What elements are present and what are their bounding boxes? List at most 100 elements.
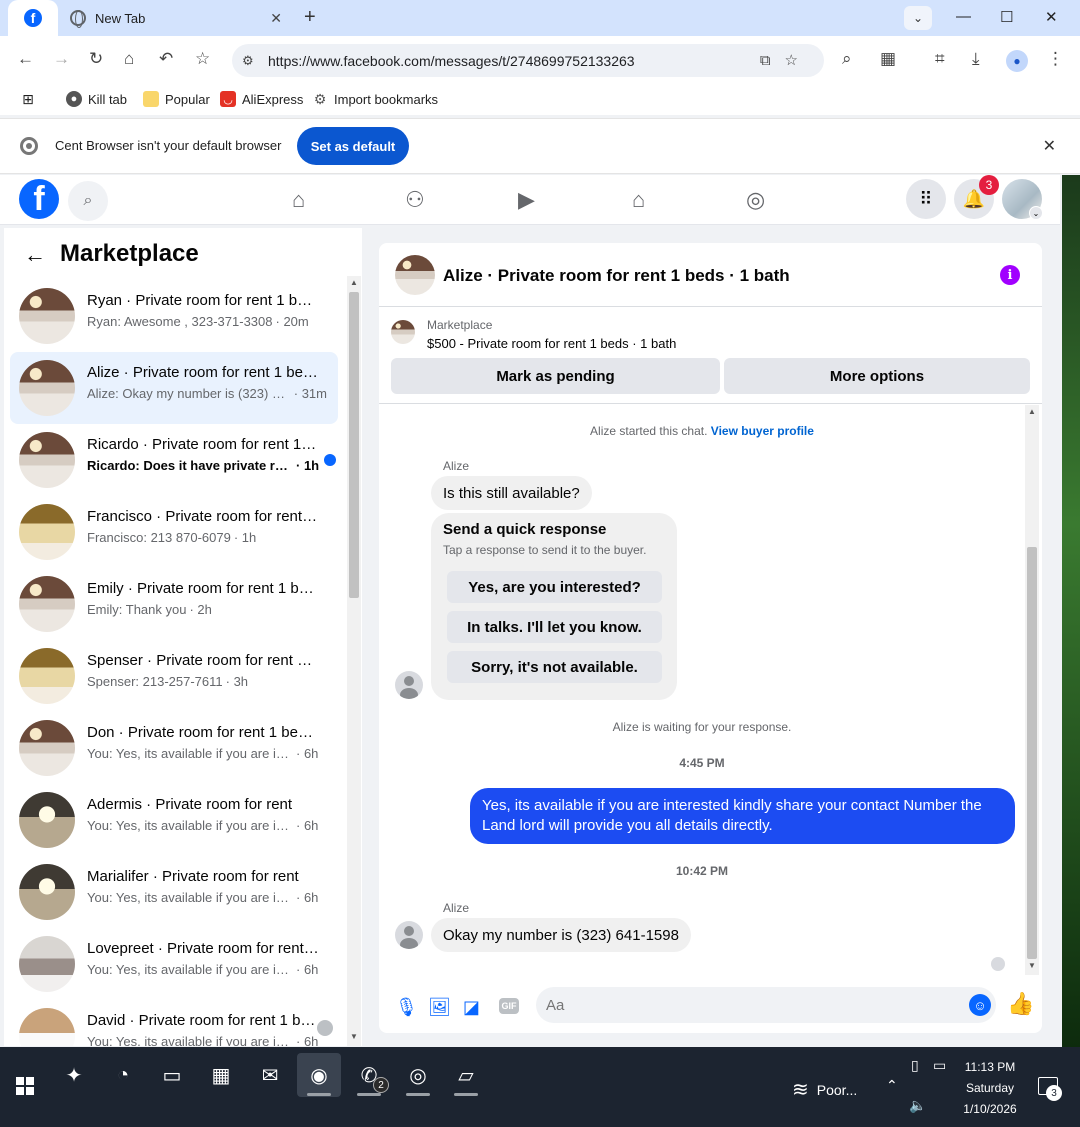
chrome-icon[interactable]: ◎ [396, 1053, 440, 1097]
chevron-up-icon[interactable]: ⌃ [886, 1077, 898, 1094]
scrollbar-thumb[interactable] [349, 292, 359, 598]
sidebar-scrollbar[interactable]: ▲ ▼ [347, 276, 361, 1046]
conversation-row[interactable]: Emily · Private room for rent 1 beds · 1… [10, 568, 338, 640]
crop-icon[interactable]: ⌗ [935, 49, 945, 69]
omnibox-actions[interactable]: ⧉☆ [760, 51, 812, 69]
conversation-row[interactable]: Marialifer · Private room for rent You: Y… [10, 856, 338, 928]
thumbs-up-icon[interactable]: 👍 [1007, 991, 1034, 1017]
phone-link-icon[interactable]: ▯ [911, 1057, 919, 1074]
close-icon[interactable]: ✕ [270, 10, 282, 27]
undo-close-button[interactable]: ↶ [159, 49, 173, 69]
back-button[interactable]: ← [17, 49, 34, 69]
tab-facebook[interactable]: f [8, 0, 58, 36]
scroll-down-icon[interactable]: ▼ [1028, 961, 1036, 970]
qr-code-icon[interactable]: ▦ [880, 49, 896, 69]
marketplace-icon[interactable]: ⌂ [632, 187, 645, 213]
mark-as-pending-button[interactable]: Mark as pending [391, 358, 720, 394]
site-settings-icon[interactable]: ⚙ [242, 53, 262, 69]
conversation-row[interactable]: Francisco · Private room for rent 1 beds… [10, 496, 338, 568]
store-icon[interactable]: ▦ [199, 1053, 243, 1097]
emoji-icon[interactable]: ☺ [969, 994, 991, 1016]
quick-response-not-available[interactable]: Sorry, it's not available. [447, 651, 662, 683]
view-buyer-profile-link[interactable]: View buyer profile [711, 424, 814, 438]
whatsapp-icon[interactable]: ✆ 2 [347, 1053, 391, 1097]
chevron-down-icon[interactable]: ⌄ [1029, 206, 1043, 220]
scroll-down-icon[interactable]: ▼ [350, 1032, 358, 1041]
address-bar[interactable]: ⚙ https://www.facebook.com/messages/t/27… [232, 44, 824, 77]
minimize-button[interactable]: — [956, 8, 971, 25]
conversation-row[interactable]: Spenser · Private room for rent 1 beds ·… [10, 640, 338, 712]
video-icon[interactable]: ▶ [518, 187, 535, 213]
weather-text: Poor... [816, 1081, 858, 1098]
file-explorer-icon[interactable]: ▭ [150, 1053, 194, 1097]
conversation-row[interactable]: David · Private room for rent 1 beds · 1… [10, 1000, 338, 1046]
copilot-icon[interactable]: ✦ [52, 1053, 96, 1097]
bookmark-aliexpress[interactable]: ◡ AliExpress [220, 91, 303, 107]
search-icon[interactable]: ⌕ [842, 49, 852, 69]
listing-thumbnail[interactable] [391, 320, 415, 344]
chat-scrollbar[interactable]: ▲ ▼ [1025, 405, 1039, 975]
seen-indicator [317, 1020, 333, 1036]
forward-button[interactable]: → [53, 49, 70, 69]
photo-icon[interactable]: 🖼 [428, 997, 451, 1018]
info-icon[interactable]: i [1000, 265, 1020, 285]
bookmark-star-button[interactable]: ☆ [195, 49, 210, 69]
edge-icon[interactable]: ◔ [101, 1053, 145, 1097]
quick-response-yes[interactable]: Yes, are you interested? [447, 571, 662, 603]
weather-widget[interactable]: ≋ Poor... [792, 1077, 857, 1102]
listing-thumbnail[interactable] [395, 255, 435, 295]
system-clock[interactable]: 11:13 PM Saturday 1/10/2026 [958, 1057, 1022, 1120]
home-icon[interactable]: ⌂ [292, 187, 305, 213]
conversation-row[interactable]: Adermis · Private room for rent You: Yes,… [10, 784, 338, 856]
search-icon[interactable]: ⌕ [68, 181, 108, 221]
new-tab-button[interactable]: + [304, 6, 316, 29]
bookmark-import[interactable]: ⚙ Import bookmarks [312, 91, 438, 107]
bookmark-kill-tab[interactable]: ● Kill tab [66, 91, 127, 107]
download-icon[interactable]: ⤓ [972, 49, 980, 69]
sticker-icon[interactable]: ◪ [463, 997, 480, 1018]
facebook-logo[interactable]: f [19, 179, 59, 219]
apps-icon[interactable]: ⊞ [20, 91, 42, 107]
quick-response-in-talks[interactable]: In talks. I'll let you know. [447, 611, 662, 643]
network-icon[interactable]: ▭ [933, 1057, 946, 1074]
microphone-icon[interactable]: 🎙 [395, 997, 418, 1018]
close-window-button[interactable]: ✕ [1045, 8, 1058, 26]
outlook-icon[interactable]: ✉ [248, 1053, 292, 1097]
avatar[interactable] [395, 671, 423, 699]
bookmark-popular[interactable]: Popular [143, 91, 210, 107]
set-default-button[interactable]: Set as default [297, 127, 409, 165]
maximize-button[interactable]: ☐ [1000, 8, 1013, 26]
url-text[interactable]: https://www.facebook.com/messages/t/2748… [268, 53, 635, 69]
scroll-up-icon[interactable]: ▲ [350, 278, 358, 287]
conversation-row[interactable]: Ricardo · Private room for rent 1 beds ·… [10, 424, 338, 496]
conversation-row[interactable]: Don · Private room for rent 1 beds · 1 b… [10, 712, 338, 784]
groups-icon[interactable]: ◎ [746, 187, 765, 213]
notepad-icon[interactable]: ▱ [444, 1053, 488, 1097]
gif-icon[interactable]: GIF [499, 998, 519, 1014]
chat-title[interactable]: Alize · Private room for rent 1 beds · 1… [443, 266, 790, 286]
conversation-list: Ryan · Private room for rent 1 beds · 1 … [4, 280, 346, 1046]
volume-icon[interactable]: 🔈 [909, 1097, 926, 1114]
conversation-row[interactable]: Alize · Private room for rent 1 beds · 1… [10, 352, 338, 424]
more-options-button[interactable]: More options [724, 358, 1030, 394]
profile-button[interactable]: ● [1006, 50, 1028, 72]
menu-button[interactable]: ⋮ [1047, 49, 1064, 69]
conversation-row[interactable]: Ryan · Private room for rent 1 beds · 1 … [10, 280, 338, 352]
home-button[interactable]: ⌂ [124, 49, 134, 69]
tab-new-tab[interactable]: New Tab ✕ [66, 0, 292, 36]
avatar[interactable] [395, 921, 423, 949]
scroll-up-icon[interactable]: ▲ [1028, 407, 1036, 416]
back-arrow-icon[interactable]: ← [24, 242, 46, 268]
message-input[interactable] [536, 987, 996, 1023]
windows-start-icon[interactable] [16, 1077, 34, 1095]
close-icon[interactable]: ✕ [1043, 136, 1056, 156]
conversation-row[interactable]: Lovepreet · Private room for rent 1 beds… [10, 928, 338, 1000]
friends-icon[interactable]: ⚇ [405, 187, 425, 213]
menu-grid-button[interactable]: ⠿ [906, 179, 946, 219]
scrollbar-thumb[interactable] [1027, 547, 1037, 959]
tab-search-button[interactable]: ⌄ [904, 6, 932, 30]
listing-description[interactable]: $500 - Private room for rent 1 beds · 1 … [427, 336, 676, 351]
cent-browser-icon[interactable]: ◉ [297, 1053, 341, 1097]
preview-time: · 6h [296, 890, 319, 905]
reload-button[interactable]: ↻ [89, 49, 103, 69]
